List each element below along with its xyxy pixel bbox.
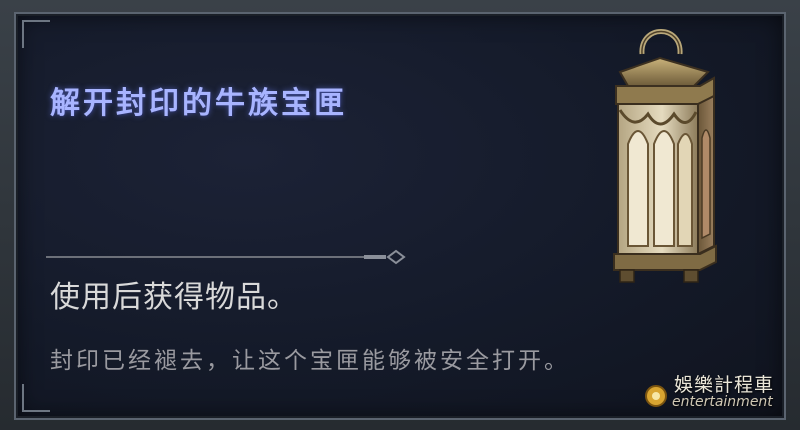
frame-corner-ornament <box>22 384 50 412</box>
item-tooltip-panel: 解开封印的牛族宝匣 使用后获得物品。 封印已经褪去，让这个宝匣能够被安全打开。 <box>14 12 786 420</box>
item-description: 封印已经褪去，让这个宝匣能够被安全打开。 <box>50 348 570 374</box>
tooltip-frame: 解开封印的牛族宝匣 使用后获得物品。 封印已经褪去，让这个宝匣能够被安全打开。 <box>0 0 800 430</box>
ornate-lantern-box-icon <box>590 14 730 289</box>
frame-corner-ornament <box>22 20 50 48</box>
watermark-subtext: entertainment <box>672 394 773 410</box>
watermark: 娛樂計程車 entertainment <box>644 370 774 416</box>
item-name: 解开封印的牛族宝匣 <box>50 86 347 121</box>
watermark-logo-icon <box>645 385 667 407</box>
watermark-text: 娛樂計程車 <box>674 374 775 396</box>
divider-line <box>46 249 406 265</box>
item-effect: 使用后获得物品。 <box>50 280 298 315</box>
